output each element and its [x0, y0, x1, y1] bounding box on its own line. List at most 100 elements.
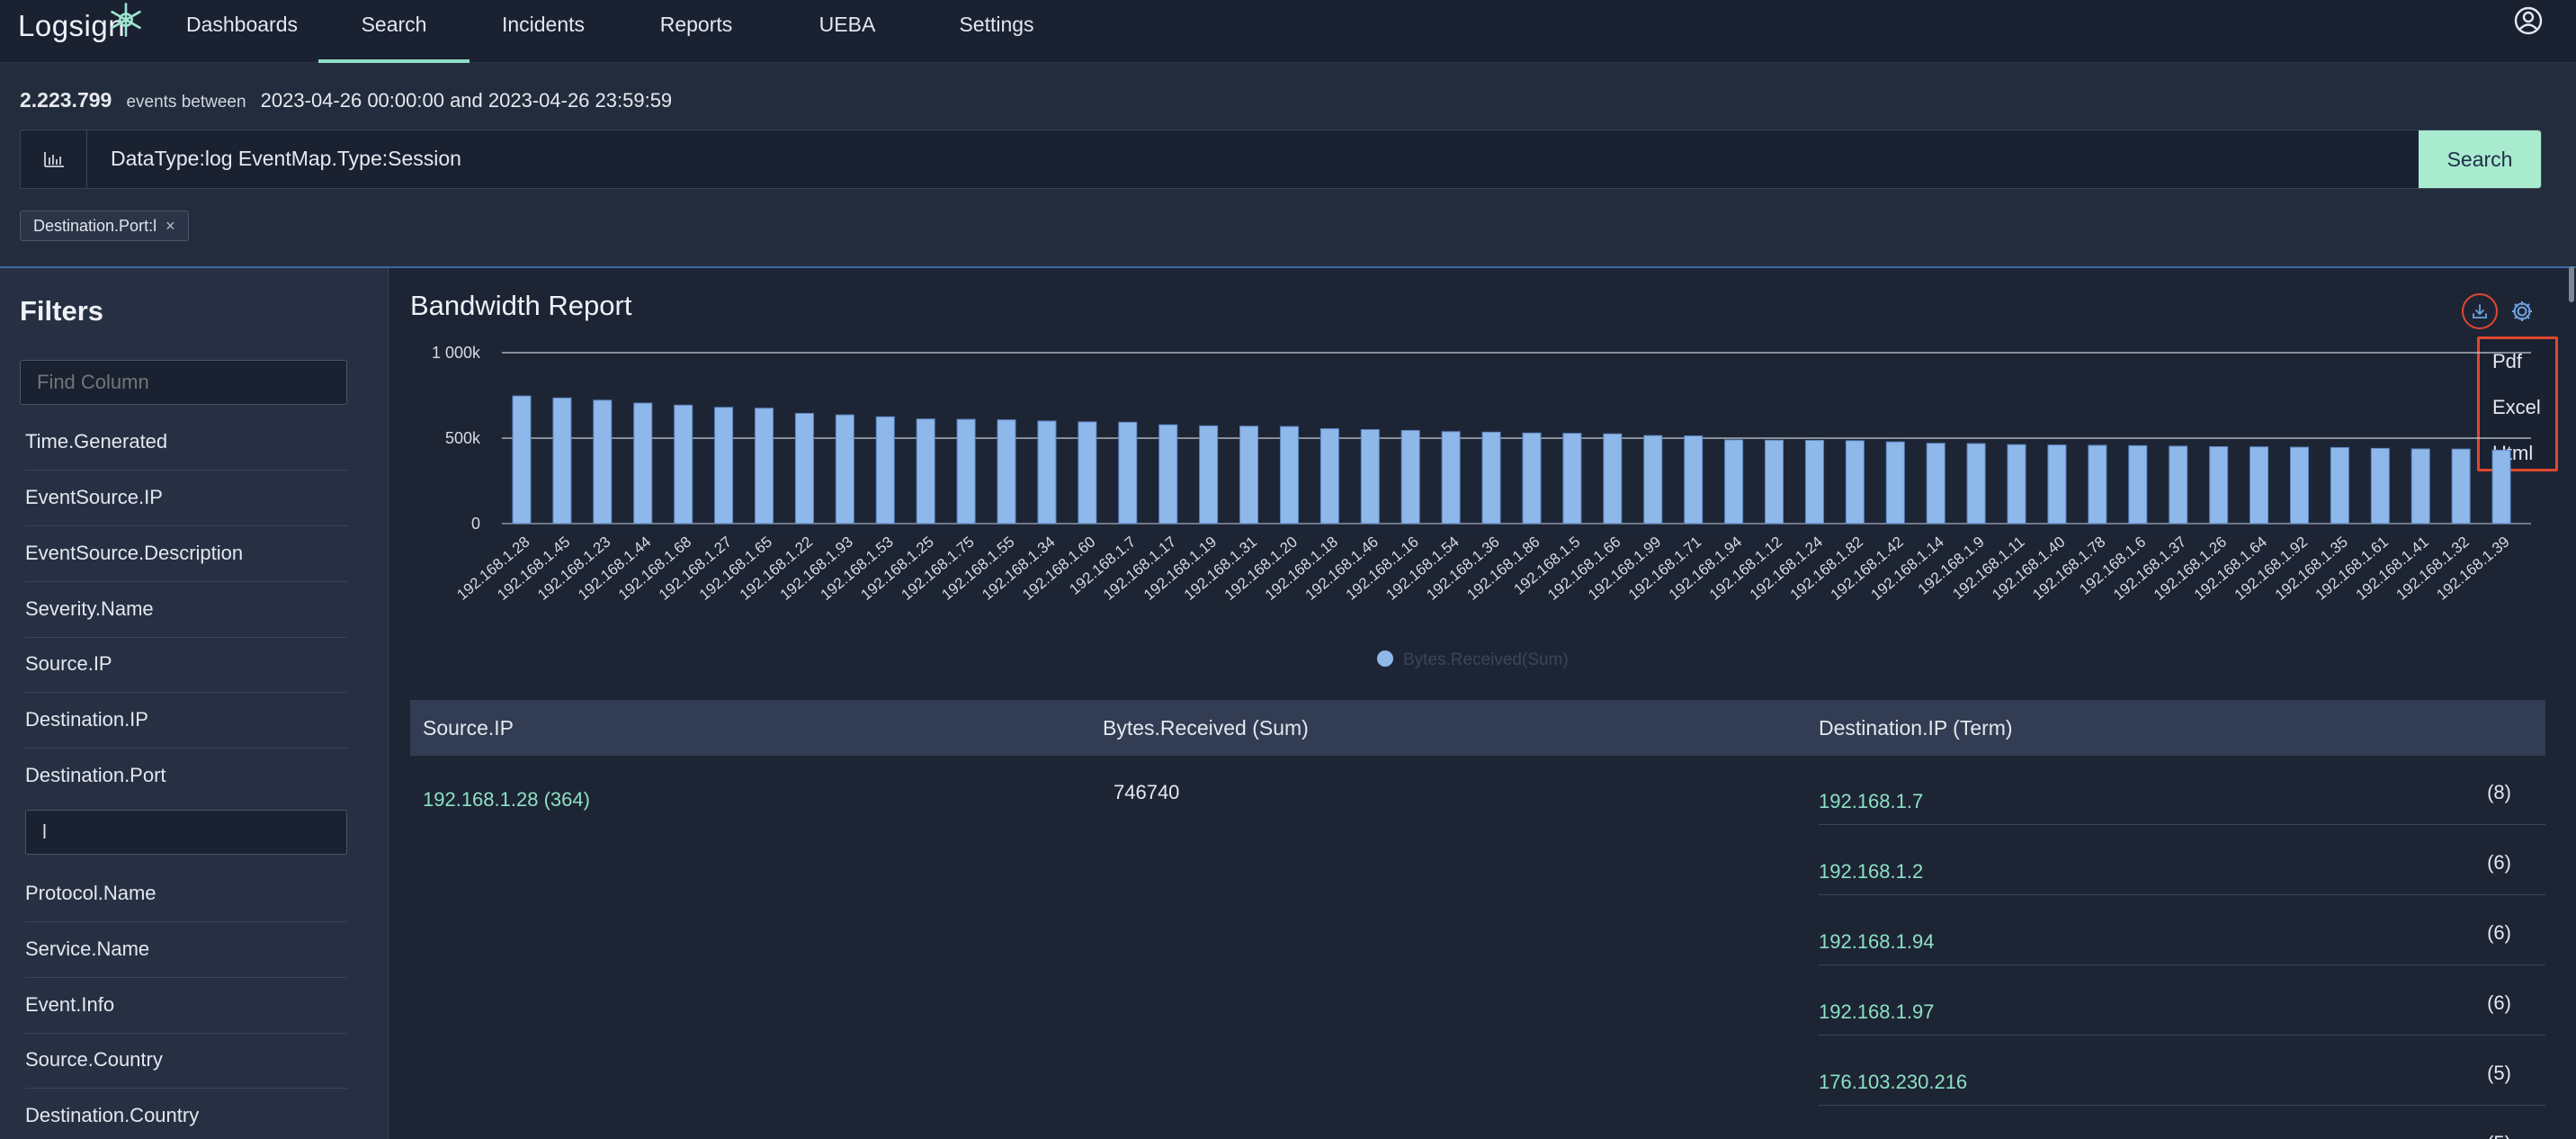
chart-bar[interactable]	[1603, 433, 1623, 525]
legend-marker[interactable]	[1377, 650, 1393, 667]
chart-bar[interactable]	[1562, 433, 1582, 525]
chart-bar[interactable]	[2250, 446, 2269, 525]
chart-bar[interactable]	[2370, 447, 2390, 525]
filter-item-event-info[interactable]: Event.Info	[25, 979, 347, 1034]
user-account-icon[interactable]	[2513, 5, 2544, 36]
chart-bar[interactable]	[1684, 435, 1704, 525]
filter-item-time-generated[interactable]: Time.Generated	[25, 416, 347, 471]
column-header-bytes-received[interactable]: Bytes.Received (Sum)	[1103, 716, 1309, 740]
chart-bar[interactable]	[1845, 440, 1865, 525]
chart-bar[interactable]	[2289, 446, 2309, 525]
legend-label[interactable]: Bytes.Received(Sum)	[1403, 650, 1569, 669]
chart-bar[interactable]	[2451, 448, 2471, 525]
chart-bar[interactable]	[1885, 441, 1905, 525]
filter-item-eventsource-ip[interactable]: EventSource.IP	[25, 471, 347, 526]
destination-ip-link[interactable]: 192.168.1.97	[1819, 1000, 1934, 1024]
chart-bar[interactable]	[593, 399, 613, 525]
filter-chip[interactable]: Destination.Port:l ×	[20, 211, 189, 241]
bytes-received-cell: 746740	[1114, 781, 1180, 803]
chart-bar[interactable]	[1441, 431, 1461, 525]
filter-item-source-country[interactable]: Source.Country	[25, 1034, 347, 1089]
chart-bar[interactable]	[1239, 426, 1259, 525]
column-header-destination-ip[interactable]: Destination.IP (Term)	[1819, 716, 2013, 740]
chart-bar[interactable]	[1926, 443, 1945, 525]
chart-bar[interactable]	[794, 412, 814, 525]
chart-bar[interactable]	[1966, 443, 1986, 525]
destination-count: (6)	[2487, 991, 2511, 1014]
chart-bar[interactable]	[2209, 446, 2229, 525]
chart-bar[interactable]	[956, 418, 976, 525]
chart-bar[interactable]	[674, 404, 693, 525]
chart-bar[interactable]	[875, 416, 895, 525]
top-navigation: Logsign Dashboards Search Incidents Repo…	[0, 0, 2576, 63]
chart-bar[interactable]	[2169, 445, 2188, 525]
destination-count: (6)	[2487, 851, 2511, 874]
chart-bar[interactable]	[1319, 428, 1339, 525]
chart-toggle-button[interactable]	[21, 130, 87, 188]
destination-count: (8)	[2487, 781, 2511, 803]
chart-bar[interactable]	[714, 407, 734, 525]
date-range[interactable]: 2023-04-26 00:00:00 and 2023-04-26 23:59…	[261, 89, 673, 112]
chart-bar[interactable]	[1037, 420, 1057, 525]
chart-bar[interactable]	[1804, 439, 1824, 525]
nav-dashboards[interactable]: Dashboards	[173, 0, 311, 63]
event-count: 2.223.799	[20, 88, 112, 112]
chart-bar[interactable]	[1400, 429, 1420, 525]
chart-bar[interactable]	[512, 395, 532, 525]
nav-search[interactable]: Search	[318, 0, 470, 63]
chart-bar[interactable]	[1724, 439, 1744, 525]
filter-item-destination-country[interactable]: Destination.Country	[25, 1090, 347, 1139]
nav-reports[interactable]: Reports	[631, 0, 761, 63]
chart-bar[interactable]	[2128, 444, 2148, 525]
find-column-input[interactable]	[20, 360, 347, 405]
filter-item-protocol-name[interactable]: Protocol.Name	[25, 867, 347, 922]
chart-bar[interactable]	[1199, 425, 1219, 525]
chart-bar[interactable]	[1158, 424, 1178, 525]
destination-port-input[interactable]: l	[25, 810, 347, 855]
chart-bar[interactable]	[1522, 432, 1542, 525]
query-input[interactable]: DataType:log EventMap.Type:Session	[111, 147, 461, 171]
chart-bar[interactable]	[916, 418, 935, 525]
filter-chip-label: Destination.Port:l	[33, 217, 157, 235]
chart-bar[interactable]	[633, 402, 653, 525]
destination-row: 192.168.1.7 (8)	[1819, 756, 2545, 825]
chart-bar[interactable]	[1360, 429, 1380, 525]
filter-item-destination-ip[interactable]: Destination.IP	[25, 694, 347, 749]
search-button[interactable]: Search	[2419, 130, 2541, 188]
destination-ip-link[interactable]: 192.168.1.94	[1819, 930, 1934, 954]
destination-count: (6)	[2487, 921, 2511, 944]
chart-bar[interactable]	[1118, 421, 1138, 525]
nav-settings[interactable]: Settings	[932, 0, 1061, 63]
destination-ip-link[interactable]: 176.103.230.216	[1819, 1071, 1967, 1094]
filter-item-eventsource-description[interactable]: EventSource.Description	[25, 527, 347, 582]
chart-bar[interactable]	[1481, 431, 1501, 525]
chart-bar[interactable]	[1078, 421, 1097, 525]
source-ip-cell[interactable]: 192.168.1.28 (364)	[423, 788, 590, 812]
destination-ip-link[interactable]: 192.168.1.2	[1819, 860, 1923, 883]
chart-bar[interactable]	[1279, 426, 1299, 525]
chart-bar[interactable]	[2047, 444, 2067, 525]
chart-bar[interactable]	[835, 414, 854, 525]
chart-bar[interactable]	[2088, 444, 2107, 525]
chart-bar[interactable]	[1765, 439, 1784, 525]
chart-bar[interactable]	[2007, 444, 2026, 525]
chart-bar[interactable]	[2411, 448, 2430, 525]
filter-item-severity-name[interactable]: Severity.Name	[25, 583, 347, 638]
chart-bar[interactable]	[552, 397, 572, 525]
filter-item-source-ip[interactable]: Source.IP	[25, 638, 347, 693]
chart-bar[interactable]	[2330, 446, 2349, 525]
nav-incidents[interactable]: Incidents	[479, 0, 608, 63]
nav-ueba[interactable]: UEBA	[783, 0, 912, 63]
chart-bar[interactable]	[997, 419, 1016, 525]
column-header-source-ip[interactable]: Source.IP	[423, 716, 514, 740]
filter-item-service-name[interactable]: Service.Name	[25, 923, 347, 978]
logsign-logo[interactable]: Logsign	[18, 3, 141, 49]
y-tick-label: 0	[471, 515, 480, 533]
chart-bar[interactable]	[1643, 435, 1663, 525]
destination-ip-link[interactable]: 192.168.1.7	[1819, 790, 1923, 813]
chart-bar[interactable]	[2491, 449, 2511, 525]
close-icon[interactable]: ×	[165, 217, 175, 235]
page-scrollbar[interactable]	[2569, 266, 2574, 302]
chart-bar[interactable]	[755, 408, 774, 525]
filter-item-destination-port[interactable]: Destination.Port	[25, 749, 347, 804]
